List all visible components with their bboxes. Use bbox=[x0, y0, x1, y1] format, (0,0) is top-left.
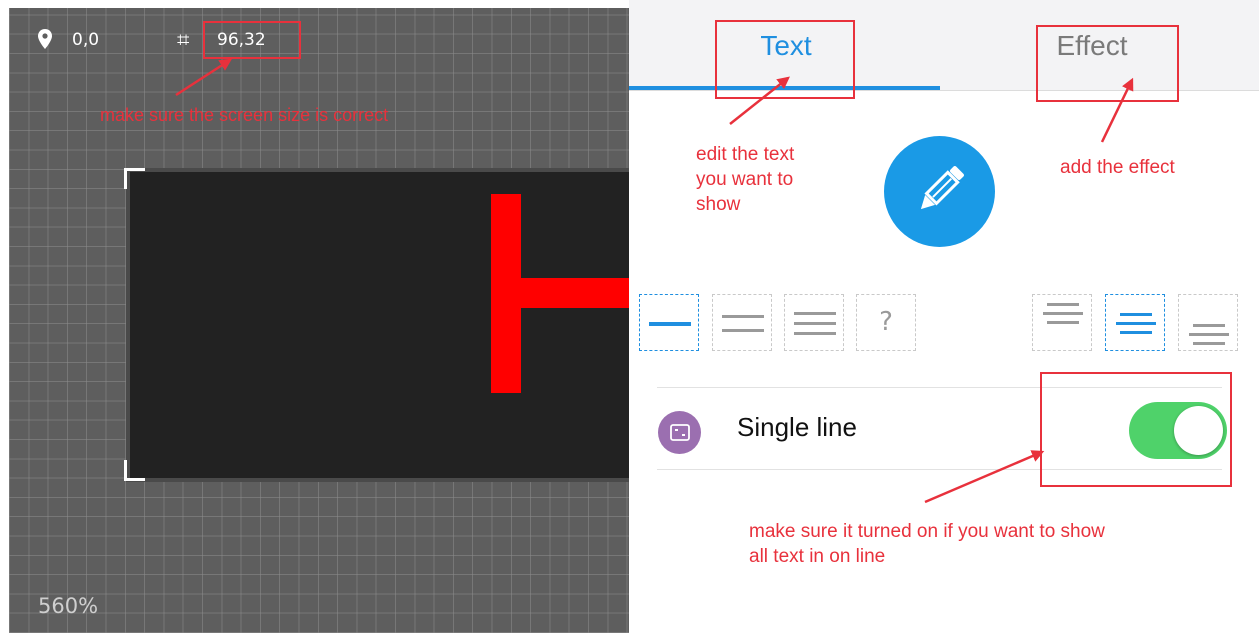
align-middle-button[interactable] bbox=[1105, 294, 1165, 351]
annotation-edit-text: edit the text you want to show bbox=[696, 142, 794, 217]
two-line-mode-button[interactable] bbox=[712, 294, 772, 351]
one-line-mode-icon bbox=[649, 322, 691, 326]
selection-corner-top-left[interactable] bbox=[124, 168, 145, 189]
annotation-add-effect: add the effect bbox=[1060, 157, 1175, 178]
align-bottom-button[interactable] bbox=[1178, 294, 1238, 351]
annotation-box-text-tab bbox=[715, 20, 855, 99]
single-line-label: Single line bbox=[737, 412, 857, 442]
annotation-line: you want to bbox=[696, 169, 794, 190]
annotation-line: show bbox=[696, 194, 741, 215]
annotation-box-toggle bbox=[1040, 372, 1232, 487]
three-line-mode-button[interactable] bbox=[784, 294, 844, 351]
annotation-line: edit the text bbox=[696, 144, 795, 165]
two-line-mode-icon bbox=[722, 315, 764, 332]
align-top-button[interactable] bbox=[1032, 294, 1092, 351]
map-pin-icon bbox=[38, 29, 52, 49]
help-icon: ? bbox=[879, 307, 893, 337]
position-value: 0,0 bbox=[72, 30, 100, 50]
led-canvas[interactable]: 0,0 ⌗ 96,32 560% bbox=[9, 8, 629, 633]
zoom-level: 560% bbox=[38, 594, 99, 618]
pencil-icon bbox=[920, 166, 964, 210]
led-glyph-vertical-stroke bbox=[491, 194, 521, 393]
grid-hash-icon: ⌗ bbox=[177, 28, 190, 53]
annotation-single-line: make sure it turned on if you want to sh… bbox=[749, 519, 1105, 569]
annotation-line: all text in on line bbox=[749, 546, 886, 567]
align-bottom-icon bbox=[1189, 324, 1229, 345]
align-top-icon bbox=[1043, 303, 1083, 324]
help-button[interactable]: ? bbox=[856, 294, 916, 351]
edit-text-button[interactable] bbox=[884, 136, 995, 247]
align-middle-icon bbox=[1116, 313, 1156, 334]
single-line-icon bbox=[670, 424, 690, 441]
led-screen-preview[interactable] bbox=[126, 168, 629, 482]
annotation-screen-size: make sure the screen size is correct bbox=[100, 105, 389, 125]
annotation-box-effect-tab bbox=[1036, 25, 1179, 102]
canvas-info-bar: 0,0 ⌗ 96,32 bbox=[9, 8, 629, 78]
selection-corner-bottom-left[interactable] bbox=[124, 460, 145, 481]
single-line-icon-badge bbox=[658, 411, 701, 454]
annotation-box-screen-size bbox=[203, 21, 301, 59]
one-line-mode-button[interactable] bbox=[639, 294, 699, 351]
three-line-mode-icon bbox=[794, 312, 836, 335]
led-glyph-horizontal-stroke bbox=[521, 278, 629, 308]
annotation-line: make sure it turned on if you want to sh… bbox=[749, 521, 1105, 542]
